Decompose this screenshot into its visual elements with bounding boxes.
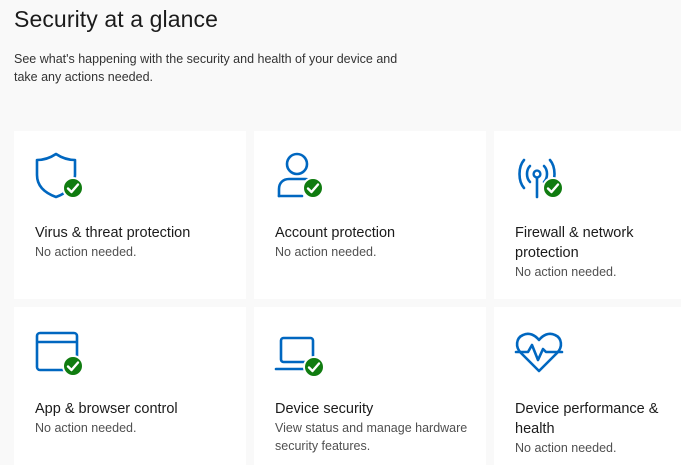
check-badge-icon: [542, 177, 564, 199]
page-subtitle: See what's happening with the security a…: [14, 52, 398, 84]
check-badge-icon: [62, 177, 84, 199]
card-title: Firewall & network protection: [515, 225, 634, 261]
device-performance-health-card[interactable]: Device performance & health No action ne…: [494, 307, 681, 465]
device-security-card[interactable]: Device security View status and manage h…: [254, 307, 486, 465]
laptop-icon: [274, 327, 326, 377]
virus-threat-protection-card[interactable]: Virus & threat protection No action need…: [14, 131, 246, 299]
card-status: No action needed.: [35, 421, 137, 435]
firewall-network-protection-card[interactable]: Firewall & network protection No action …: [494, 131, 681, 299]
heart-pulse-icon: [514, 327, 566, 377]
account-protection-card[interactable]: Account protection No action needed.: [254, 131, 486, 299]
antenna-icon: [514, 151, 566, 201]
check-badge-icon: [302, 177, 324, 199]
card-status: No action needed.: [275, 245, 377, 259]
app-browser-control-card[interactable]: App & browser control No action needed.: [14, 307, 246, 465]
person-icon: [274, 151, 326, 201]
card-title: Virus & threat protection: [35, 225, 191, 241]
card-title: Device security: [275, 401, 374, 417]
card-status: No action needed.: [35, 245, 137, 259]
card-status: No action needed.: [515, 265, 617, 279]
card-title: Account protection: [275, 225, 396, 241]
card-status: No action needed.: [515, 441, 617, 455]
check-badge-icon: [303, 356, 325, 377]
card-title: Device performance & health: [515, 401, 659, 437]
card-title: App & browser control: [35, 401, 178, 417]
card-status: View status and manage hardware security…: [275, 421, 468, 453]
check-badge-icon: [62, 355, 84, 377]
page-title: Security at a glance: [14, 6, 219, 32]
browser-window-icon: [34, 327, 86, 377]
shield-icon: [34, 151, 86, 201]
